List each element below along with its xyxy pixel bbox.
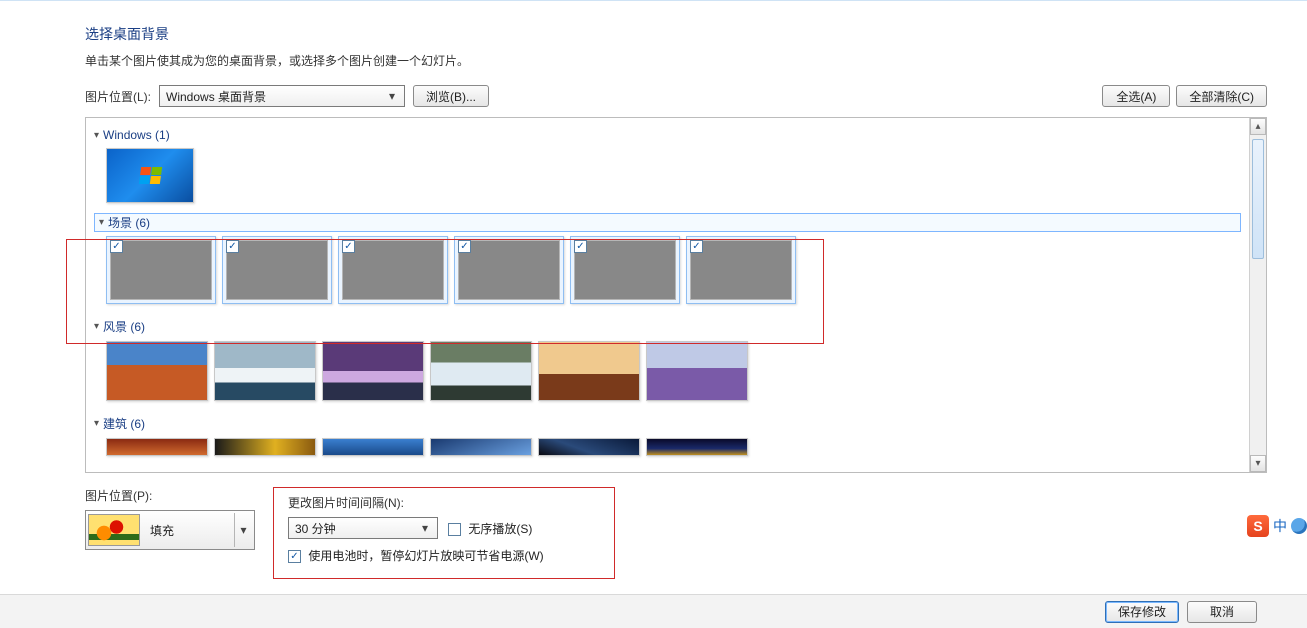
wallpaper-thumb-windows-default[interactable] [106, 148, 194, 203]
group-header-windows[interactable]: ▾ Windows (1) [94, 124, 1241, 148]
wallpaper-thumb[interactable]: ✓ [570, 236, 680, 304]
page-title: 选择桌面背景 [85, 24, 1267, 44]
interval-section: 更改图片时间间隔(N): 30 分钟 ▾ 无序播放(S) ✓ 使用电池时，暂停幻… [273, 487, 615, 579]
collapse-icon: ▾ [99, 217, 104, 228]
cancel-button[interactable]: 取消 [1187, 601, 1257, 623]
page: 选择桌面背景 单击某个图片使其成为您的桌面背景，或选择多个图片创建一个幻灯片。 … [0, 0, 1307, 628]
clear-all-label: 全部清除(C) [1189, 88, 1254, 105]
group-label: 场景 (6) [108, 214, 150, 231]
collapse-icon: ▾ [94, 321, 99, 332]
picture-position-section: 图片位置(P): 填充 ▾ [85, 487, 255, 550]
group-label: Windows (1) [103, 128, 170, 142]
wallpaper-thumb[interactable] [322, 341, 424, 401]
cancel-button-label: 取消 [1210, 603, 1234, 620]
shuffle-checkbox-row[interactable]: 无序播放(S) [448, 520, 532, 537]
ime-language-label[interactable]: 中 [1271, 516, 1289, 536]
wallpaper-thumb[interactable]: ✓ [338, 236, 448, 304]
content-area: 选择桌面背景 单击某个图片使其成为您的桌面背景，或选择多个图片创建一个幻灯片。 … [85, 24, 1267, 473]
windows-logo-icon [138, 167, 161, 184]
location-select[interactable]: Windows 桌面背景 ▾ [159, 85, 405, 107]
group-header-scene[interactable]: ▾ 场景 (6) [94, 213, 1241, 232]
wallpaper-thumb[interactable] [106, 341, 208, 401]
thumbs-scene: ✓ ✓ ✓ ✓ ✓ ✓ [94, 236, 1241, 314]
picture-position-select[interactable]: 填充 ▾ [85, 510, 255, 550]
location-row: 图片位置(L): Windows 桌面背景 ▾ 浏览(B)... 全选(A) 全… [85, 85, 1267, 107]
wallpaper-thumb[interactable] [538, 341, 640, 401]
save-button-label: 保存修改 [1118, 603, 1166, 620]
battery-checkbox[interactable]: ✓ [288, 550, 301, 563]
wallpaper-thumb[interactable] [646, 438, 748, 456]
vertical-scrollbar[interactable]: ▴ ▾ [1249, 118, 1266, 472]
footer-bar: 保存修改 取消 [0, 594, 1307, 628]
group-label: 风景 (6) [103, 318, 145, 335]
wallpaper-thumb[interactable]: ✓ [222, 236, 332, 304]
scroll-down-button[interactable]: ▾ [1250, 455, 1266, 472]
wallpaper-thumb[interactable] [322, 438, 424, 456]
picture-position-label: 图片位置(P): [85, 487, 255, 504]
thumbs-architecture [94, 438, 1241, 466]
group-label: 建筑 (6) [103, 415, 145, 432]
wallpaper-thumb[interactable] [214, 341, 316, 401]
select-all-button[interactable]: 全选(A) [1102, 85, 1170, 107]
picture-position-value: 填充 [140, 522, 234, 539]
chevron-down-icon: ▾ [417, 521, 433, 535]
page-subtitle: 单击某个图片使其成为您的桌面背景，或选择多个图片创建一个幻灯片。 [85, 52, 1267, 69]
checkbox-icon[interactable]: ✓ [574, 240, 587, 253]
checkbox-icon[interactable]: ✓ [110, 240, 123, 253]
gallery-scroll-area[interactable]: ▾ Windows (1) ▾ 场景 (6) ✓ ✓ ✓ ✓ [86, 118, 1249, 472]
checkbox-icon[interactable]: ✓ [690, 240, 703, 253]
thumbs-windows [94, 148, 1241, 213]
shuffle-label: 无序播放(S) [468, 522, 532, 536]
battery-label: 使用电池时，暂停幻灯片放映可节省电源(W) [308, 549, 543, 563]
save-button[interactable]: 保存修改 [1105, 601, 1179, 623]
location-label: 图片位置(L): [85, 88, 151, 105]
collapse-icon: ▾ [94, 130, 99, 141]
bottom-controls: 图片位置(P): 填充 ▾ 更改图片时间间隔(N): 30 分钟 ▾ 无序播放(… [85, 487, 615, 579]
chevron-down-icon: ▾ [234, 513, 252, 547]
scroll-up-button[interactable]: ▴ [1250, 118, 1266, 135]
wallpaper-thumb[interactable] [214, 438, 316, 456]
wallpaper-thumb[interactable] [430, 438, 532, 456]
location-select-value: Windows 桌面背景 [166, 88, 266, 105]
interval-value: 30 分钟 [295, 520, 336, 537]
wallpaper-thumb[interactable] [106, 438, 208, 456]
scrollbar-track[interactable] [1250, 135, 1266, 455]
checkbox-icon[interactable]: ✓ [226, 240, 239, 253]
ime-mode-icon[interactable] [1291, 518, 1307, 534]
ime-sogou-icon[interactable]: S [1247, 515, 1269, 537]
interval-label: 更改图片时间间隔(N): [288, 494, 544, 511]
battery-checkbox-row[interactable]: ✓ 使用电池时，暂停幻灯片放映可节省电源(W) [288, 549, 544, 563]
select-all-label: 全选(A) [1116, 88, 1156, 105]
chevron-down-icon: ▾ [384, 89, 400, 103]
shuffle-checkbox[interactable] [448, 523, 461, 536]
wallpaper-thumb[interactable] [646, 341, 748, 401]
window-top-border [0, 0, 1307, 1]
thumbs-landscape [94, 341, 1241, 411]
collapse-icon: ▾ [94, 418, 99, 429]
group-header-landscape[interactable]: ▾ 风景 (6) [94, 314, 1241, 341]
scrollbar-thumb[interactable] [1252, 139, 1264, 259]
interval-select[interactable]: 30 分钟 ▾ [288, 517, 438, 539]
browse-button[interactable]: 浏览(B)... [413, 85, 489, 107]
wallpaper-thumb[interactable]: ✓ [454, 236, 564, 304]
wallpaper-thumb[interactable] [430, 341, 532, 401]
group-header-architecture[interactable]: ▾ 建筑 (6) [94, 411, 1241, 438]
selection-buttons: 全选(A) 全部清除(C) [1102, 85, 1267, 107]
wallpaper-gallery: ▾ Windows (1) ▾ 场景 (6) ✓ ✓ ✓ ✓ [85, 117, 1267, 473]
wallpaper-thumb[interactable]: ✓ [106, 236, 216, 304]
picture-position-preview-icon [88, 514, 140, 546]
ime-indicator[interactable]: S 中 [1247, 515, 1307, 537]
wallpaper-thumb[interactable]: ✓ [686, 236, 796, 304]
clear-all-button[interactable]: 全部清除(C) [1176, 85, 1267, 107]
checkbox-icon[interactable]: ✓ [342, 240, 355, 253]
checkbox-icon[interactable]: ✓ [458, 240, 471, 253]
browse-button-label: 浏览(B)... [426, 88, 476, 105]
wallpaper-thumb[interactable] [538, 438, 640, 456]
